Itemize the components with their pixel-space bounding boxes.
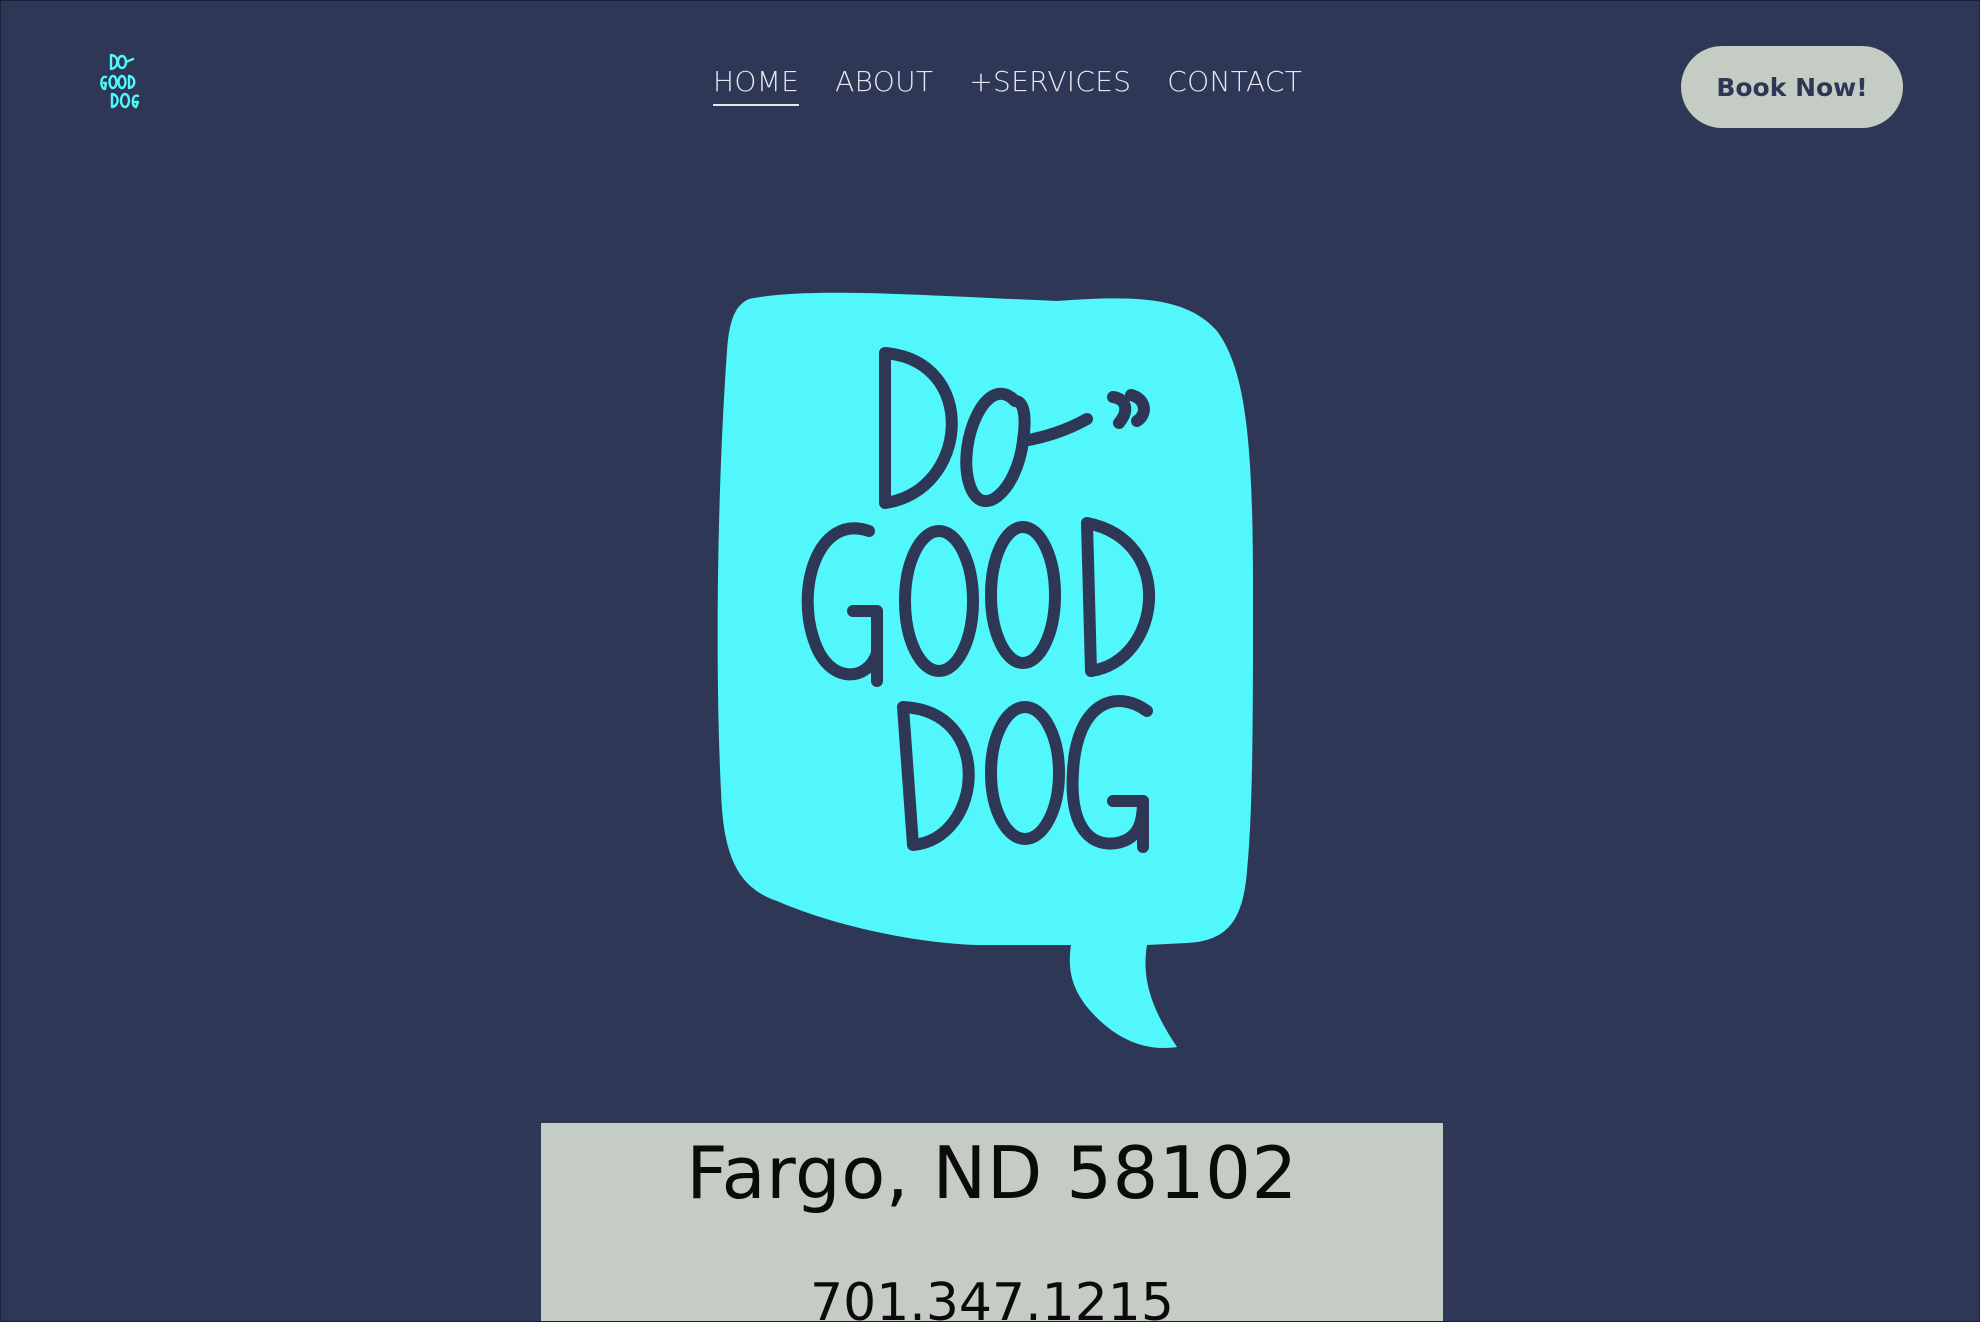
phone-number[interactable]: 701.347.1215 — [541, 1273, 1443, 1321]
hero-logo — [717, 291, 1265, 1051]
speech-bubble-logo-icon — [717, 292, 1253, 1048]
contact-info-box: Fargo, ND 58102 701.347.1215 — [541, 1123, 1443, 1321]
location-text: Fargo, ND 58102 — [686, 1131, 1298, 1215]
nav-item-home[interactable]: HOME — [713, 66, 800, 106]
page: HOME ABOUT +SERVICES CONTACT Book Now! F… — [0, 0, 1980, 1322]
site-logo[interactable] — [99, 51, 147, 111]
nav-item-services[interactable]: +SERVICES — [969, 66, 1131, 106]
logo-mark-icon — [100, 53, 140, 109]
book-now-button[interactable]: Book Now! — [1681, 46, 1903, 128]
nav-item-contact[interactable]: CONTACT — [1167, 66, 1302, 106]
nav-item-about[interactable]: ABOUT — [835, 66, 933, 106]
main-nav: HOME ABOUT +SERVICES CONTACT — [713, 66, 1302, 106]
